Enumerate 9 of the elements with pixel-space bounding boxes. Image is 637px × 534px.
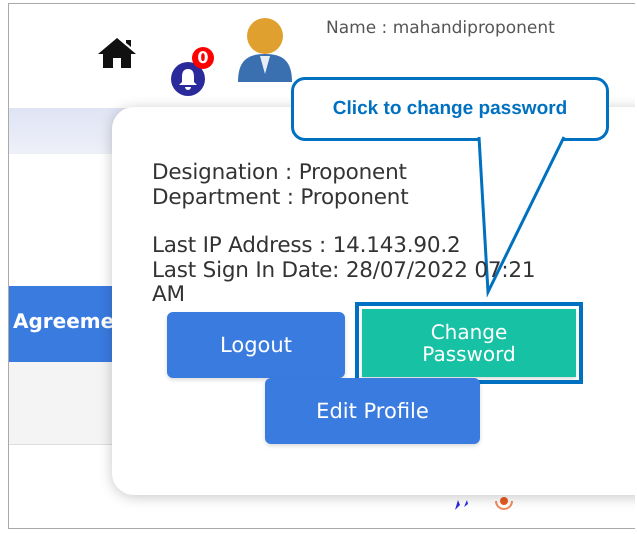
detail-text: Designation : Proponent	[152, 161, 408, 186]
notification-badge: 0	[192, 47, 214, 69]
action-button[interactable]: Edit Profile	[265, 378, 480, 444]
action-button[interactable]: Logout	[167, 312, 345, 378]
callout-text: Click to change password	[332, 98, 568, 120]
detail-text: Last IP Address : 14.143.90.2	[152, 234, 462, 258]
user-name: Name : mahandiproponent	[326, 18, 555, 38]
action-button[interactable]: Change Password	[362, 308, 576, 376]
detail-text: Department : Proponent	[152, 186, 410, 210]
